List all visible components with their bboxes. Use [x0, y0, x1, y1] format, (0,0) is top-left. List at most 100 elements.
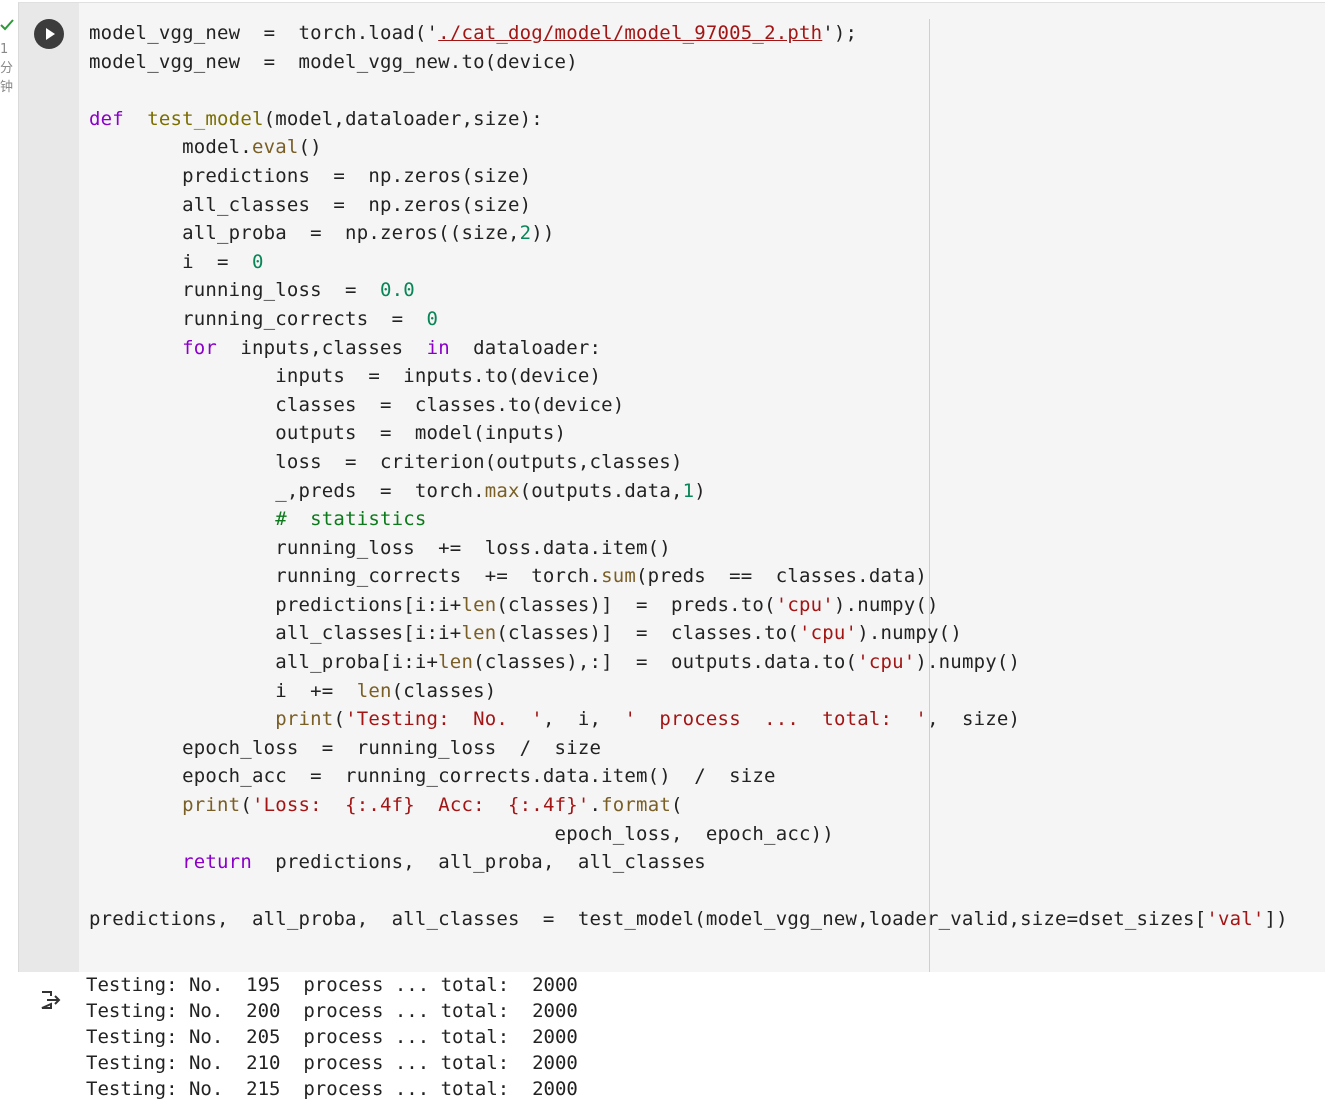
code-token: len: [461, 622, 497, 645]
execution-status-rail: 1 分钟: [0, 0, 18, 1090]
code-line: running_loss = 0.0: [89, 276, 1288, 305]
code-line: model_vgg_new = model_vgg_new.to(device): [89, 48, 1288, 77]
code-token: return: [182, 851, 252, 874]
code-token: test_model: [147, 107, 264, 130]
code-token: all_proba = np.zeros((size,: [89, 222, 520, 245]
execution-time-char: 分: [0, 61, 14, 76]
code-token: 1: [682, 479, 695, 502]
code-line: _,preds = torch.max(outputs.data,1): [89, 477, 1288, 506]
code-token: # statistics: [275, 508, 427, 531]
code-token: model.: [89, 136, 252, 159]
code-token: (classes),:] = outputs.data.to(: [473, 651, 858, 674]
code-token: inputs,classes: [217, 336, 427, 359]
code-token: (preds == classes.data): [636, 565, 928, 588]
code-token: 'cpu': [857, 651, 916, 674]
code-token: print: [275, 708, 334, 731]
code-line: running_corrects = 0: [89, 305, 1288, 334]
code-token: running_corrects += torch.: [89, 565, 602, 588]
code-line: for inputs,classes in dataloader:: [89, 334, 1288, 363]
code-token: len: [356, 679, 392, 702]
cell-gutter: [19, 3, 79, 972]
code-token: (classes)] = preds.to(: [496, 593, 776, 616]
code-token: sum: [601, 565, 637, 588]
code-token: classes = classes.to(device): [89, 393, 625, 416]
code-token: len: [438, 651, 474, 674]
code-line: inputs = inputs.to(device): [89, 362, 1288, 391]
code-cell[interactable]: model_vgg_new = torch.load('./cat_dog/mo…: [18, 2, 1325, 973]
code-line: i = 0: [89, 248, 1288, 277]
code-token: running_corrects =: [89, 307, 427, 330]
code-line: all_proba = np.zeros((size,2)): [89, 219, 1288, 248]
code-token: )): [531, 222, 555, 245]
file-path-link[interactable]: ./cat_dog/model/model_97005_2.pth: [438, 22, 822, 44]
code-token: 0: [251, 250, 264, 273]
code-line: print('Loss: {:.4f} Acc: {:.4f}'.format(: [89, 791, 1288, 820]
code-token: max: [484, 479, 520, 502]
code-token: 'val': [1206, 908, 1265, 931]
code-line: print('Testing: No. ', i, ' process ... …: [89, 705, 1288, 734]
code-line: outputs = model(inputs): [89, 419, 1288, 448]
code-line: epoch_loss, epoch_acc)): [89, 820, 1288, 849]
code-token: , size): [927, 708, 1021, 731]
code-line: predictions = np.zeros(size): [89, 162, 1288, 191]
code-line: running_corrects += torch.sum(preds == c…: [89, 562, 1288, 591]
code-line: # statistics: [89, 505, 1288, 534]
code-line: def test_model(model,dataloader,size):: [89, 105, 1288, 134]
code-line: classes = classes.to(device): [89, 391, 1288, 420]
code-token: predictions, all_proba, all_classes: [251, 851, 706, 874]
code-token: model_vgg_new = torch.load(': [89, 22, 439, 44]
play-icon: [46, 28, 55, 40]
code-editor[interactable]: model_vgg_new = torch.load('./cat_dog/mo…: [89, 19, 1288, 934]
code-token: (classes): [391, 679, 497, 702]
code-token: epoch_loss = running_loss / size: [89, 736, 602, 759]
code-line: all_proba[i:i+len(classes),:] = outputs.…: [89, 648, 1288, 677]
code-token: 0: [426, 307, 439, 330]
output-line: Testing: No. 200 process ... total: 2000: [86, 1000, 578, 1022]
code-token: 'Testing: No. ': [345, 708, 543, 731]
code-token: 'cpu': [799, 622, 858, 645]
code-line: i += len(classes): [89, 677, 1288, 706]
code-token: dataloader:: [449, 336, 602, 359]
code-token: predictions, all_proba, all_classes = te…: [89, 908, 1207, 931]
code-line: return predictions, all_proba, all_class…: [89, 848, 1288, 877]
code-token: len: [461, 593, 497, 616]
code-token: ).numpy(): [915, 651, 1021, 674]
code-token: all_classes[i:i+: [89, 622, 462, 645]
code-token: (outputs.data,: [519, 479, 683, 502]
execution-time-char: 1: [0, 42, 9, 57]
output-redirect-icon[interactable]: [38, 988, 62, 1012]
code-line: loss = criterion(outputs,classes): [89, 448, 1288, 477]
code-token: format: [601, 794, 671, 817]
code-line: epoch_loss = running_loss / size: [89, 734, 1288, 763]
code-token: 2: [519, 222, 532, 245]
code-line: all_classes = np.zeros(size): [89, 191, 1288, 220]
code-line: model.eval(): [89, 133, 1288, 162]
output-text: Testing: No. 195 process ... total: 2000…: [86, 972, 578, 1102]
code-token: eval: [251, 136, 299, 159]
cell-output: Testing: No. 195 process ... total: 2000…: [18, 972, 1325, 1100]
code-token: 'cpu': [775, 593, 834, 616]
code-line: predictions[i:i+len(classes)] = preds.to…: [89, 591, 1288, 620]
code-token: epoch_loss, epoch_acc)): [89, 822, 834, 845]
code-token: all_proba[i:i+: [89, 651, 439, 674]
code-token: ]): [1264, 908, 1288, 931]
code-token: ');: [822, 22, 858, 44]
check-icon: [0, 18, 14, 35]
code-token: i +=: [89, 679, 357, 702]
code-token: , i,: [542, 708, 625, 731]
code-token: i =: [89, 250, 252, 273]
code-token: ' process ... total: ': [624, 708, 928, 731]
output-line: Testing: No. 205 process ... total: 2000: [86, 1026, 578, 1048]
code-token: in: [426, 336, 450, 359]
run-cell-button[interactable]: [34, 19, 64, 49]
code-line: predictions, all_proba, all_classes = te…: [89, 905, 1288, 934]
code-line: all_classes[i:i+len(classes)] = classes.…: [89, 619, 1288, 648]
execution-time-char: 钟: [0, 80, 14, 95]
code-token: model_vgg_new = model_vgg_new.to(device): [89, 50, 578, 73]
